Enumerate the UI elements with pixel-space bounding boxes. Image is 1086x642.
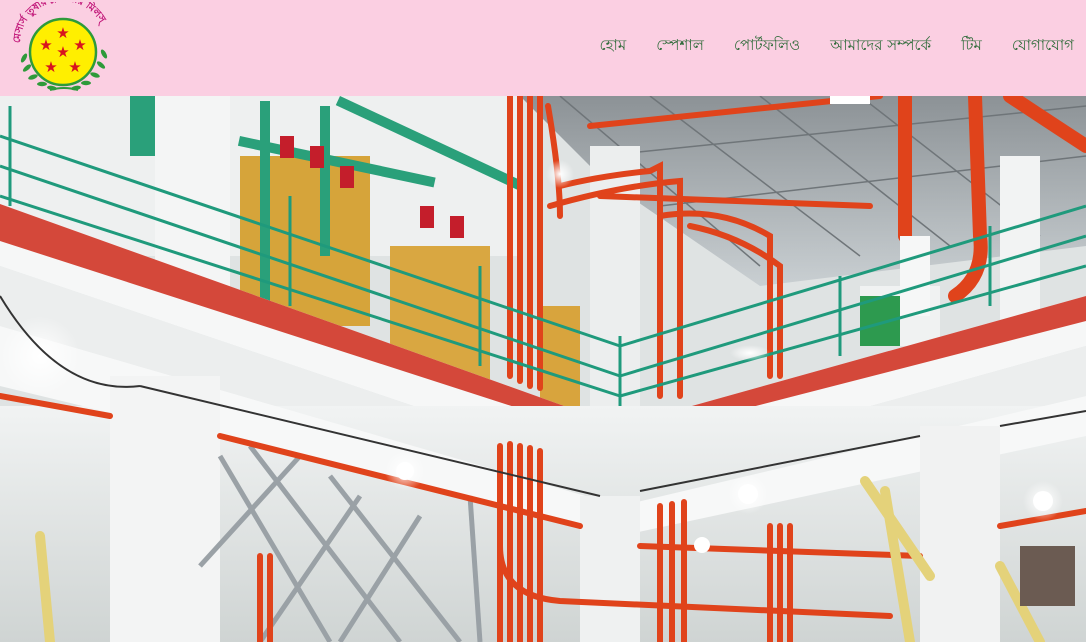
nav-contact[interactable]: যোগাযোগ — [997, 33, 1074, 57]
hero-image — [0, 96, 1086, 642]
svg-text:★: ★ — [44, 58, 57, 76]
brand-logo[interactable]: মেসার্স তুষার ফ্লাওয়ার মিলস্ ★ ★ — [10, 0, 114, 94]
stars-emblem-icon: মেসার্স তুষার ফ্লাওয়ার মিলস্ ★ ★ — [12, 0, 109, 91]
nav-home[interactable]: হোম — [585, 33, 642, 57]
svg-text:★: ★ — [56, 24, 69, 42]
svg-text:★: ★ — [68, 58, 81, 76]
main-nav: হোম স্পেশাল পোর্টফলিও আমাদের সম্পর্কে টি… — [585, 33, 1074, 57]
nav-about[interactable]: আমাদের সম্পর্কে — [815, 33, 946, 57]
svg-text:★: ★ — [39, 36, 52, 54]
nav-special[interactable]: স্পেশাল — [641, 33, 719, 57]
svg-text:★: ★ — [73, 36, 86, 54]
navbar: মেসার্স তুষার ফ্লাওয়ার মিলস্ ★ ★ — [0, 0, 1086, 96]
nav-team[interactable]: টিম — [946, 33, 997, 57]
flour-mill-interior-photo — [0, 96, 1086, 642]
nav-portfolio[interactable]: পোর্টফলিও — [719, 33, 815, 57]
